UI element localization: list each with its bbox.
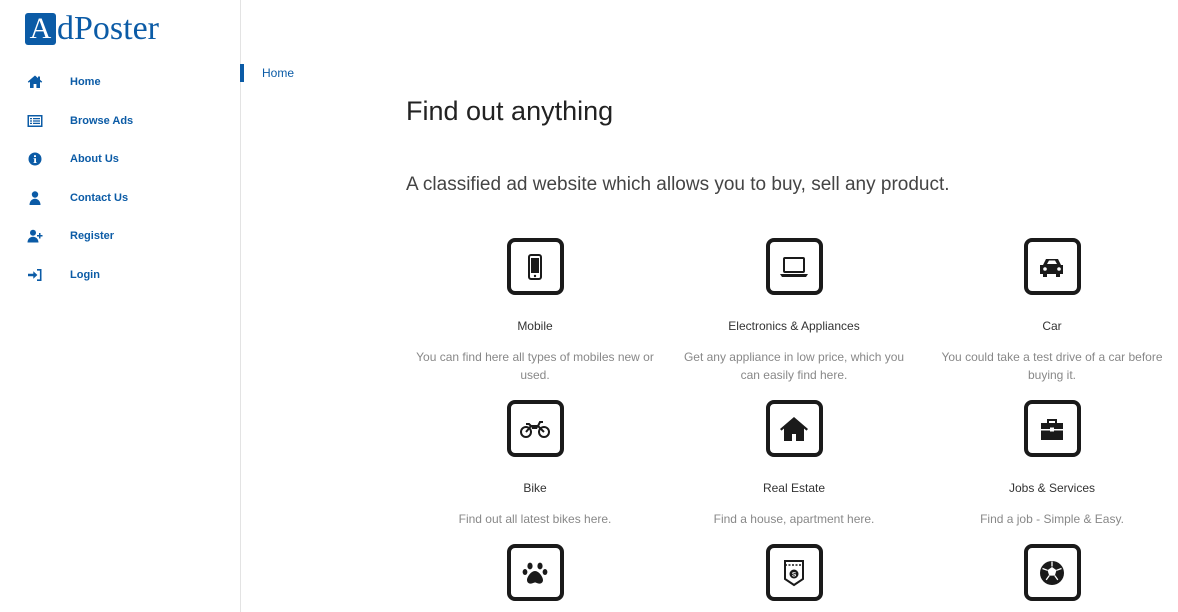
category-description: Find out all latest bikes here. (458, 512, 612, 526)
category-card-electronics[interactable]: Electronics & Appliances Get any applian… (665, 238, 923, 384)
svg-text:S: S (792, 571, 797, 578)
category-card-sports[interactable] (923, 544, 1178, 601)
sidebar-item-label: Home (70, 76, 101, 89)
sidebar-item-label: Login (70, 268, 100, 281)
soccer-ball-icon (1023, 544, 1081, 601)
laptop-icon (765, 238, 823, 295)
sidebar-item-home[interactable]: Home (0, 63, 240, 102)
mobile-icon (506, 238, 564, 295)
sidebar-item-label: Browse Ads (70, 114, 134, 127)
paw-icon (506, 544, 564, 601)
category-card-jobs[interactable]: Jobs & Services Find a job - Simple & Ea… (923, 400, 1178, 528)
category-card-bike[interactable]: Bike Find out all latest bikes here. (406, 400, 664, 528)
category-description: Get any appliance in low price, which yo… (683, 350, 905, 382)
sidebar-nav: Home Browse Ads About Us Contact Us Regi… (0, 63, 240, 294)
user-plus-icon (0, 228, 70, 244)
sidebar-item-register[interactable]: Register (0, 217, 240, 256)
category-card-real-estate[interactable]: Real Estate Find a house, apartment here… (665, 400, 923, 528)
sidebar-item-about-us[interactable]: About Us (0, 140, 240, 179)
category-card-car[interactable]: Car You could take a test drive of a car… (923, 238, 1178, 384)
jeans-pocket-icon: S (765, 544, 823, 601)
logo-text: dPoster (57, 10, 159, 47)
category-description: You can find here all types of mobiles n… (416, 350, 654, 382)
sidebar-item-label: Register (70, 230, 115, 243)
sidebar-item-label: About Us (70, 153, 119, 166)
category-description: You could take a test drive of a car bef… (941, 350, 1163, 382)
category-title: Electronics & Appliances (728, 319, 860, 333)
car-icon (1023, 238, 1081, 295)
category-title: Mobile (517, 319, 553, 333)
category-description: Find a job - Simple & Easy. (980, 512, 1124, 526)
breadcrumb: Home (240, 64, 294, 82)
sidebar: A dPoster Home Browse Ads About Us Conta… (0, 0, 241, 612)
sign-in-icon (0, 267, 70, 283)
category-title: Bike (523, 481, 547, 495)
category-description: Find a house, apartment here. (713, 512, 875, 526)
page-title: Find out anything (406, 96, 614, 126)
category-card-pets[interactable] (406, 544, 664, 601)
category-card-fashion[interactable]: S (665, 544, 923, 601)
category-title: Real Estate (762, 481, 826, 495)
category-card-mobile[interactable]: Mobile You can find here all types of mo… (406, 238, 664, 384)
house-icon (765, 400, 823, 457)
list-icon (0, 113, 70, 129)
sidebar-item-login[interactable]: Login (0, 256, 240, 295)
motorcycle-icon (506, 400, 564, 457)
category-title: Jobs & Services (1008, 481, 1096, 495)
briefcase-icon (1023, 400, 1081, 457)
sidebar-item-contact-us[interactable]: Contact Us (0, 179, 240, 218)
home-icon (0, 74, 70, 90)
sidebar-item-browse-ads[interactable]: Browse Ads (0, 102, 240, 141)
sidebar-item-label: Contact Us (70, 191, 129, 204)
page-subtitle: A classified ad website which allows you… (406, 174, 950, 195)
logo-letter: A (25, 13, 56, 45)
breadcrumb-home-link[interactable]: Home (262, 66, 294, 80)
adposter-logo[interactable]: A dPoster (25, 12, 159, 46)
info-icon (0, 151, 70, 167)
category-title: Car (1042, 319, 1062, 333)
user-icon (0, 190, 70, 206)
